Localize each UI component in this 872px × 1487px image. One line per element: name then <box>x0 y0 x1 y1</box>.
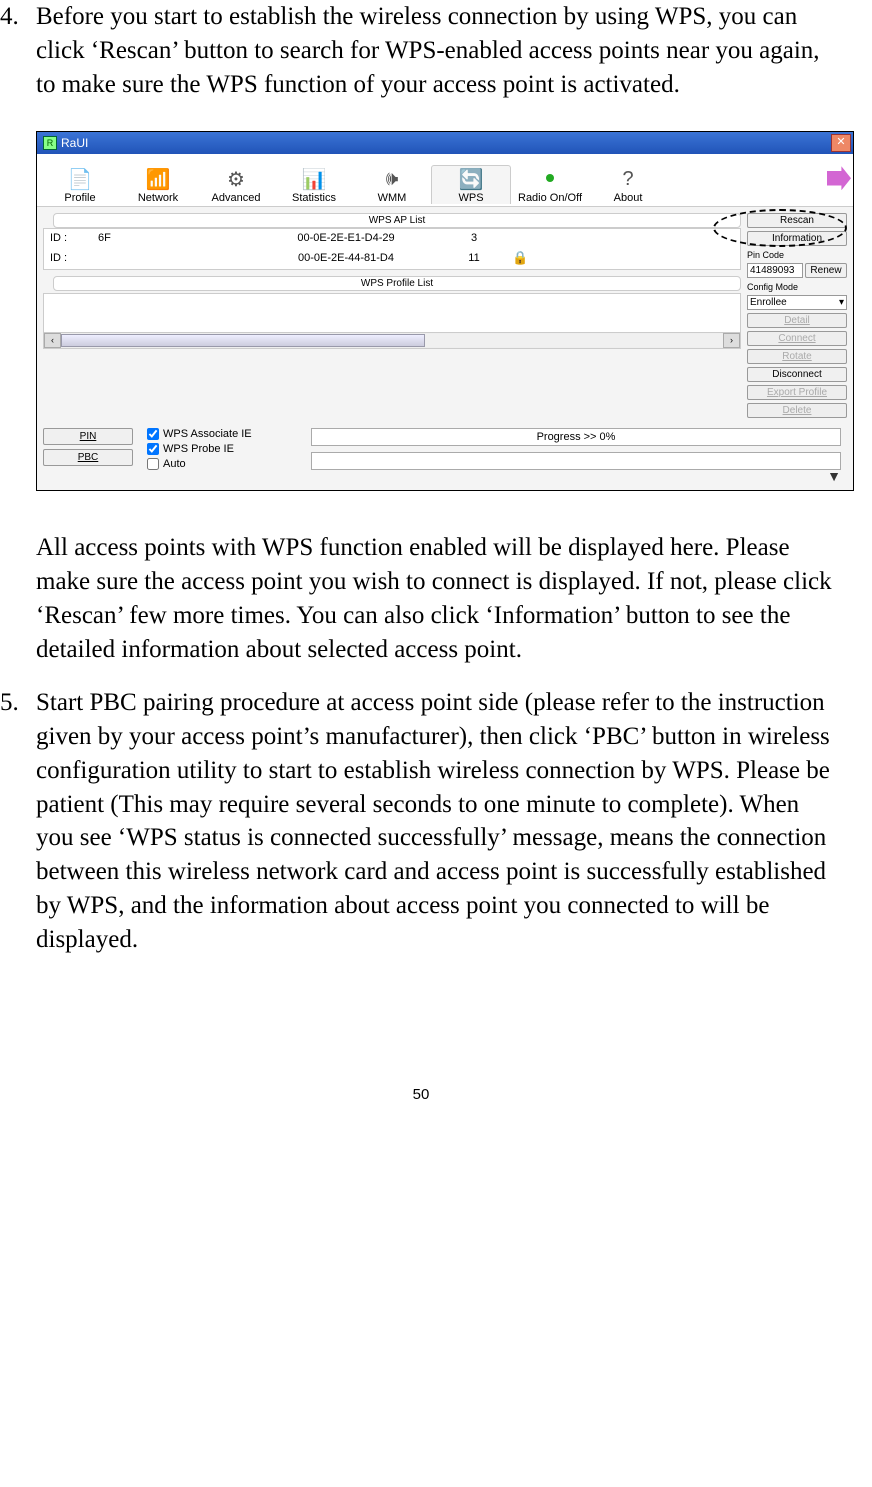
window-title: RaUI <box>61 136 88 150</box>
detail-button: Detail <box>747 313 847 328</box>
tab-about[interactable]: ?About <box>589 166 667 204</box>
list-number-5: 5. <box>0 686 36 956</box>
app-icon: R <box>43 136 57 150</box>
list-text-4: Before you start to establish the wirele… <box>36 0 842 101</box>
next-arrow-icon[interactable] <box>827 166 851 190</box>
rescan-button[interactable]: Rescan <box>747 213 847 228</box>
tab-network[interactable]: 📶Network <box>119 166 197 204</box>
chevron-down-icon: ▾ <box>839 297 844 308</box>
window-titlebar: R RaUI ✕ <box>37 132 853 154</box>
page-number: 50 <box>0 1086 842 1103</box>
horizontal-scrollbar[interactable]: ‹ › <box>44 332 740 348</box>
close-button[interactable]: ✕ <box>831 134 851 152</box>
disconnect-button[interactable]: Disconnect <box>747 367 847 382</box>
wps-ap-list[interactable]: ID : 6F 00-0E-2E-E1-D4-29 3 ID : 00-0E-2… <box>43 228 741 270</box>
ap-row[interactable]: ID : 00-0E-2E-44-81-D4 11 🔒 <box>44 247 740 269</box>
export-profile-button: Export Profile <box>747 385 847 400</box>
connect-button: Connect <box>747 331 847 346</box>
pin-code-value: 41489093 <box>747 263 803 278</box>
config-mode-select[interactable]: Enrollee ▾ <box>747 295 847 310</box>
wps-profile-list[interactable]: ‹ › <box>43 293 741 349</box>
list-text-4-after: All access points with WPS function enab… <box>36 531 842 666</box>
rotate-button: Rotate <box>747 349 847 364</box>
pin-button[interactable]: PIN <box>43 428 133 445</box>
expand-down-icon[interactable]: ▼ <box>43 472 847 480</box>
ap-row[interactable]: ID : 6F 00-0E-2E-E1-D4-29 3 <box>44 229 740 247</box>
list-number-4: 4. <box>0 0 36 101</box>
scroll-track[interactable] <box>61 334 723 347</box>
information-button[interactable]: Information <box>747 231 847 246</box>
lock-icon: 🔒 <box>512 250 542 266</box>
pbc-button[interactable]: PBC <box>43 449 133 466</box>
progress-bar: Progress >> 0% <box>311 428 841 446</box>
delete-button: Delete <box>747 403 847 418</box>
scroll-left-button[interactable]: ‹ <box>44 333 61 348</box>
list-text-5: Start PBC pairing procedure at access po… <box>36 686 842 956</box>
status-bar <box>311 452 841 470</box>
tab-advanced[interactable]: ⚙Advanced <box>197 166 275 204</box>
pin-code-label: Pin Code <box>747 250 847 260</box>
config-mode-label: Config Mode <box>747 282 847 292</box>
renew-button[interactable]: Renew <box>805 263 847 278</box>
wps-associate-ie-checkbox[interactable]: WPS Associate IE <box>147 428 297 440</box>
tab-radio[interactable]: Radio On/Off <box>511 166 589 204</box>
wps-probe-ie-checkbox[interactable]: WPS Probe IE <box>147 443 297 455</box>
main-toolbar: 📄Profile 📶Network ⚙Advanced 📊Statistics … <box>37 154 853 207</box>
wps-ap-list-label: WPS AP List <box>53 213 741 228</box>
tab-wmm[interactable]: 🕪WMM <box>353 166 431 204</box>
scroll-thumb[interactable] <box>61 334 425 347</box>
tab-wps[interactable]: 🔄WPS <box>431 165 511 204</box>
auto-checkbox[interactable]: Auto <box>147 458 297 470</box>
wps-profile-list-label: WPS Profile List <box>53 276 741 291</box>
scroll-right-button[interactable]: › <box>723 333 740 348</box>
tab-statistics[interactable]: 📊Statistics <box>275 166 353 204</box>
screenshot-raui: R RaUI ✕ 📄Profile 📶Network ⚙Advanced 📊St… <box>36 131 854 491</box>
tab-profile[interactable]: 📄Profile <box>41 166 119 204</box>
